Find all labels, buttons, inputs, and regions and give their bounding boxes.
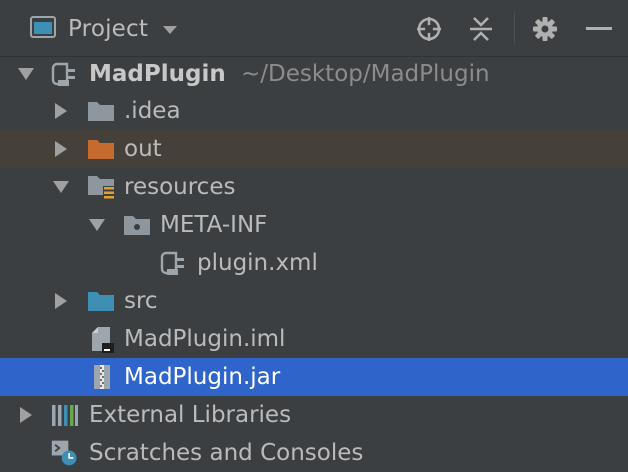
file-label-jar: MadPlugin.jar <box>124 364 281 390</box>
panel-title: Project <box>68 16 149 42</box>
project-view-selector[interactable]: Project <box>30 12 178 46</box>
tree-row-meta-inf[interactable]: META-INF <box>0 206 628 244</box>
tree-row-scratches[interactable]: Scratches and Consoles <box>0 434 628 472</box>
locate-file-icon[interactable] <box>414 14 444 44</box>
scratches-label: Scratches and Consoles <box>89 440 364 466</box>
plugin-xml-icon <box>159 249 187 277</box>
collapse-all-icon[interactable] <box>466 14 496 44</box>
jar-archive-icon <box>88 363 116 391</box>
tree-row-src[interactable]: src <box>0 282 628 320</box>
expanded-arrow-icon[interactable] <box>17 65 35 83</box>
source-folder-icon <box>87 287 115 315</box>
folder-label-meta-inf: META-INF <box>160 212 268 238</box>
tree-row-jar[interactable]: MadPlugin.jar <box>0 358 628 396</box>
module-file-icon <box>88 325 116 353</box>
file-label-iml: MadPlugin.iml <box>124 326 286 352</box>
folder-label-idea: .idea <box>124 98 181 124</box>
project-panel-header: Project <box>0 0 628 57</box>
scratches-icon <box>51 439 79 467</box>
folder-label-resources: resources <box>124 174 236 200</box>
tree-row-external-libraries[interactable]: External Libraries <box>0 396 628 434</box>
folder-label-src: src <box>124 288 158 314</box>
resources-folder-icon <box>87 173 115 201</box>
collapsed-arrow-icon[interactable] <box>52 102 70 120</box>
package-folder-icon <box>123 211 151 239</box>
tree-row-idea[interactable]: .idea <box>0 92 628 130</box>
folder-label-out: out <box>124 136 162 162</box>
project-window-icon <box>30 16 56 42</box>
tree-row-out[interactable]: out <box>0 130 628 168</box>
gear-icon[interactable] <box>530 14 560 44</box>
expanded-arrow-icon[interactable] <box>52 178 70 196</box>
libraries-icon <box>51 401 79 429</box>
collapsed-arrow-icon[interactable] <box>52 140 70 158</box>
expanded-arrow-icon[interactable] <box>88 216 106 234</box>
toolbar-divider <box>514 12 515 44</box>
tree-row-plugin-xml[interactable]: plugin.xml <box>0 244 628 282</box>
tree-row-iml[interactable]: MadPlugin.iml <box>0 320 628 358</box>
collapsed-arrow-icon[interactable] <box>52 292 70 310</box>
collapsed-arrow-icon[interactable] <box>17 406 35 424</box>
hide-panel-icon[interactable] <box>584 14 614 44</box>
excluded-folder-icon <box>87 135 115 163</box>
chevron-down-icon[interactable] <box>162 20 178 39</box>
external-libraries-label: External Libraries <box>89 402 292 428</box>
folder-icon <box>87 97 115 125</box>
root-project-path: ~/Desktop/MadPlugin <box>241 61 490 87</box>
root-project-label: MadPlugin <box>89 61 226 87</box>
tree-row-resources[interactable]: resources <box>0 168 628 206</box>
tree-row-root[interactable]: MadPlugin ~/Desktop/MadPlugin <box>0 55 628 93</box>
plugin-module-icon <box>50 60 78 88</box>
file-label-plugin-xml: plugin.xml <box>197 250 318 276</box>
